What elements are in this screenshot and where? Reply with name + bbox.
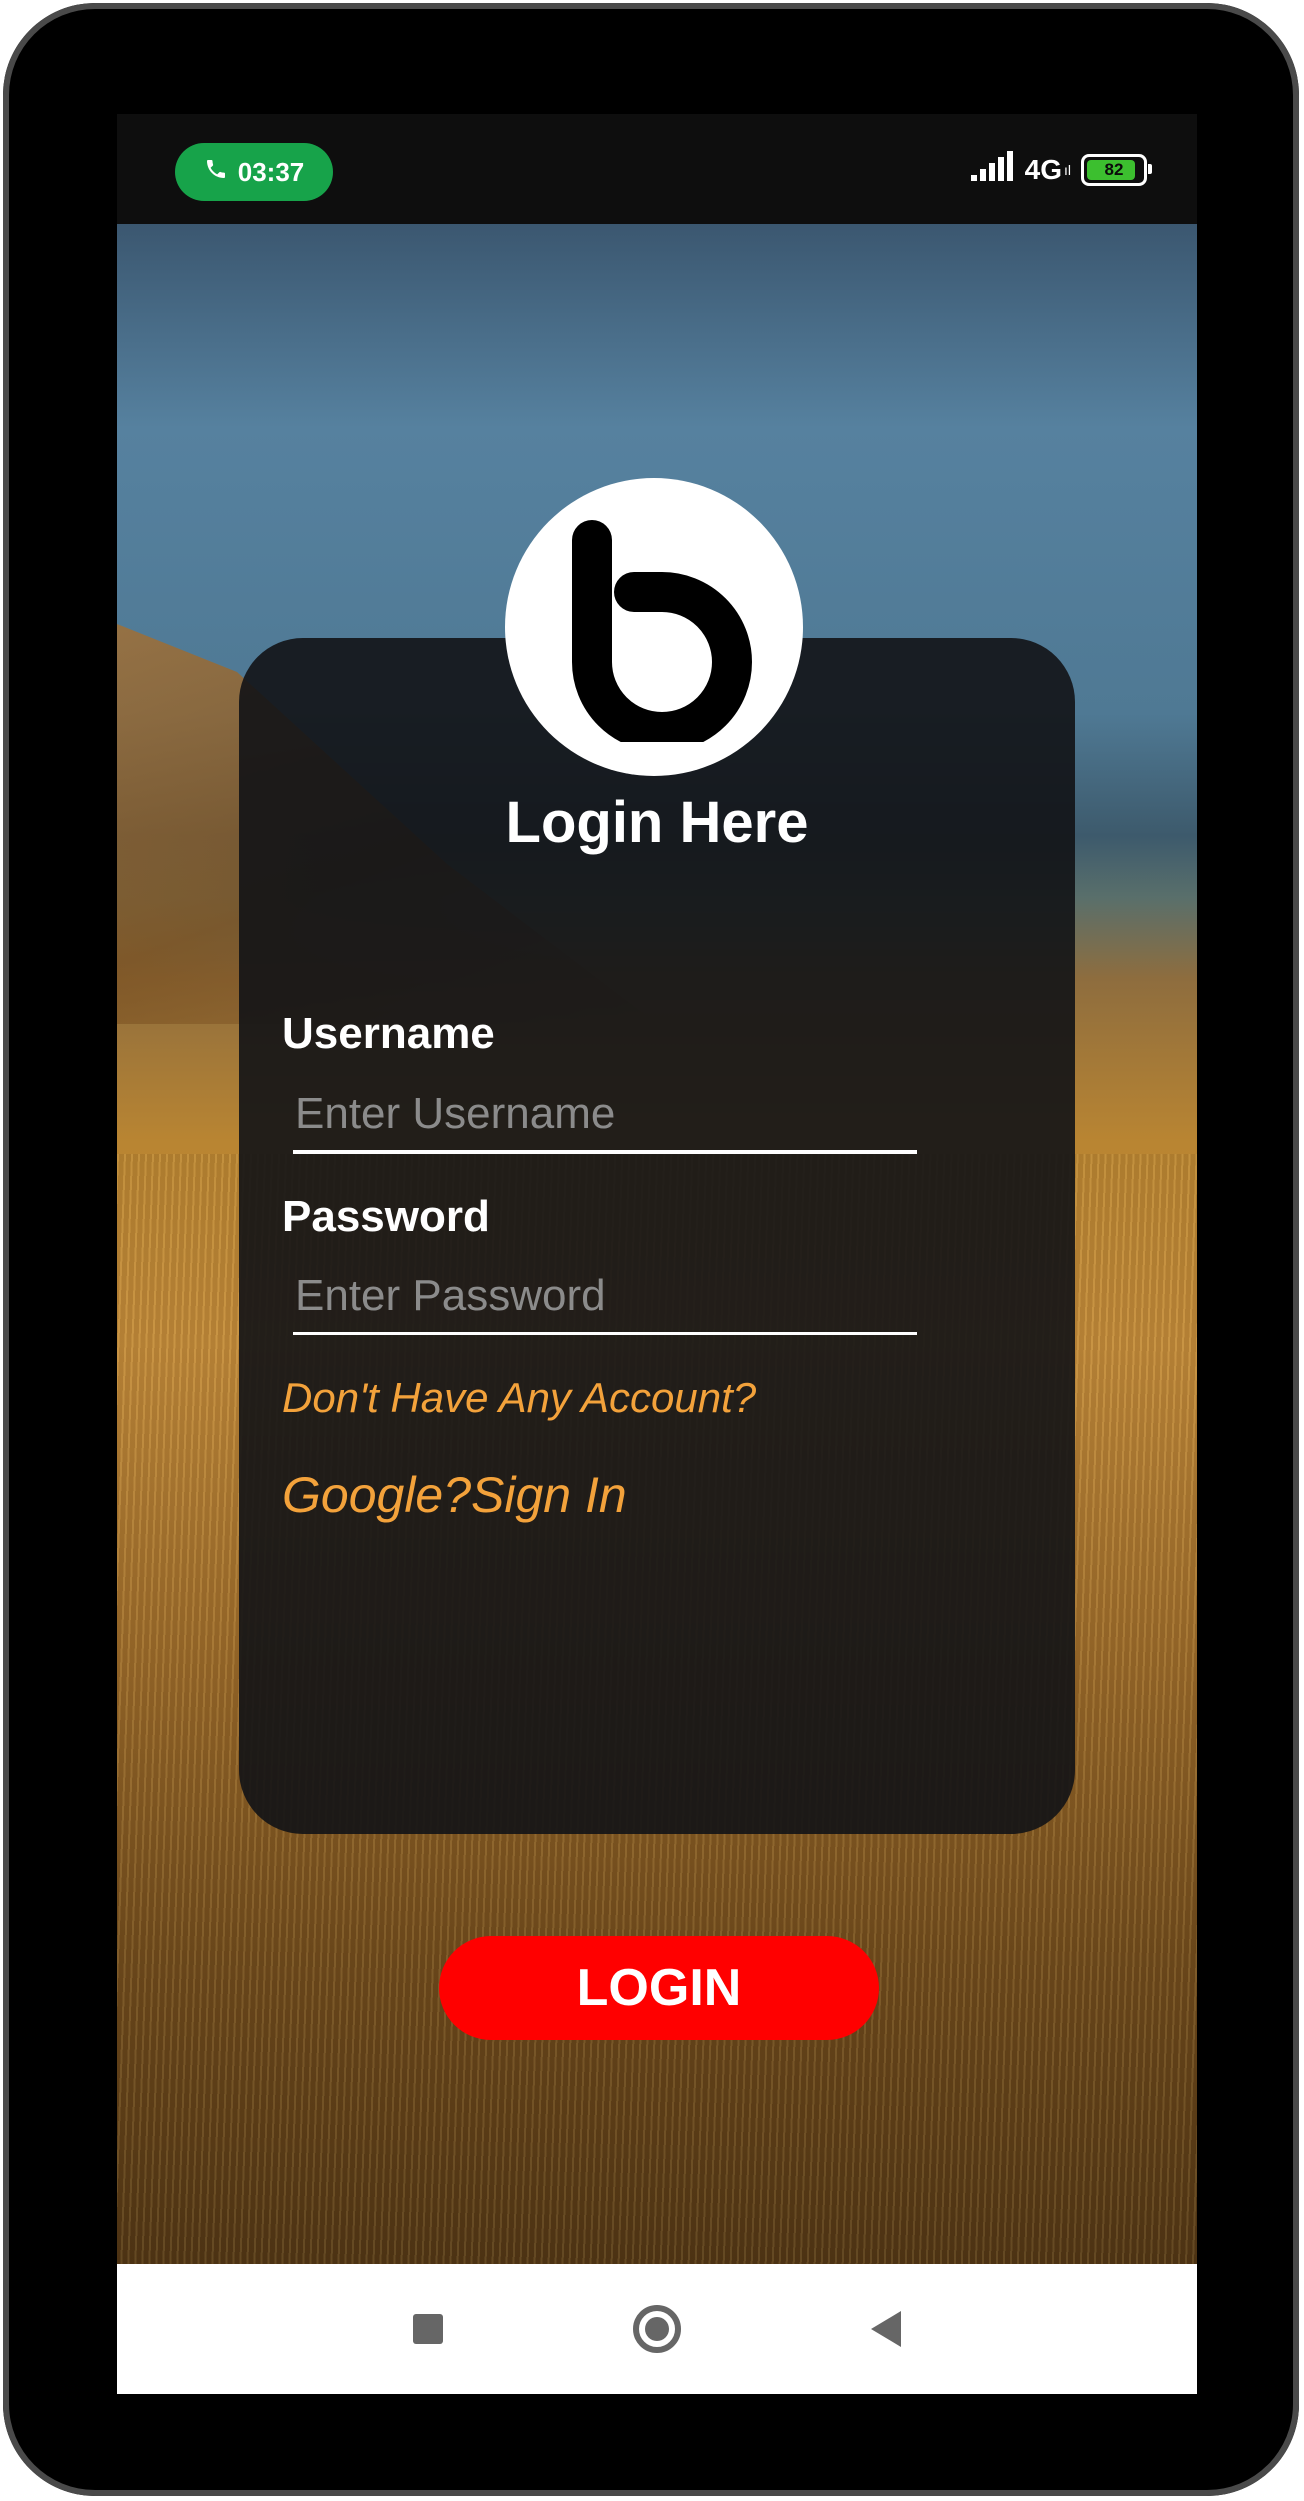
nav-back-icon[interactable] bbox=[871, 2311, 901, 2347]
signal-icon bbox=[970, 150, 1015, 190]
username-input[interactable] bbox=[293, 1084, 917, 1154]
battery-icon: 82 bbox=[1081, 154, 1152, 186]
password-input[interactable] bbox=[293, 1266, 917, 1335]
phone-frame: 03:37 4G ıl 82 Login Here Username Enter… bbox=[3, 3, 1299, 2496]
nav-home-icon[interactable] bbox=[633, 2305, 681, 2353]
login-button[interactable]: LOGIN bbox=[439, 1936, 879, 2040]
navigation-bar bbox=[117, 2264, 1197, 2394]
phone-icon bbox=[204, 157, 228, 188]
ongoing-call-pill[interactable]: 03:37 bbox=[175, 143, 333, 201]
status-icons: 4G ıl 82 bbox=[970, 145, 1152, 195]
signup-link[interactable]: Don't Have Any Account? bbox=[282, 1374, 756, 1422]
nav-recents-icon[interactable] bbox=[413, 2314, 443, 2344]
username-label: Username bbox=[282, 1009, 495, 1058]
battery-level: 82 bbox=[1104, 160, 1124, 179]
network-type: 4G bbox=[1024, 154, 1062, 185]
call-timer: 03:37 bbox=[237, 156, 305, 187]
page-title: Login Here bbox=[505, 790, 809, 855]
app-background: Login Here Username Password Don't Have … bbox=[117, 224, 1197, 2264]
status-bar: 03:37 4G ıl 82 bbox=[117, 114, 1197, 224]
password-label: Password bbox=[282, 1192, 490, 1241]
app-logo-icon bbox=[505, 478, 803, 776]
google-signin-link[interactable]: Google?Sign In bbox=[282, 1466, 627, 1524]
network-activity: ıl bbox=[1064, 162, 1071, 178]
phone-screen: 03:37 4G ıl 82 Login Here Username Enter… bbox=[117, 114, 1197, 2394]
